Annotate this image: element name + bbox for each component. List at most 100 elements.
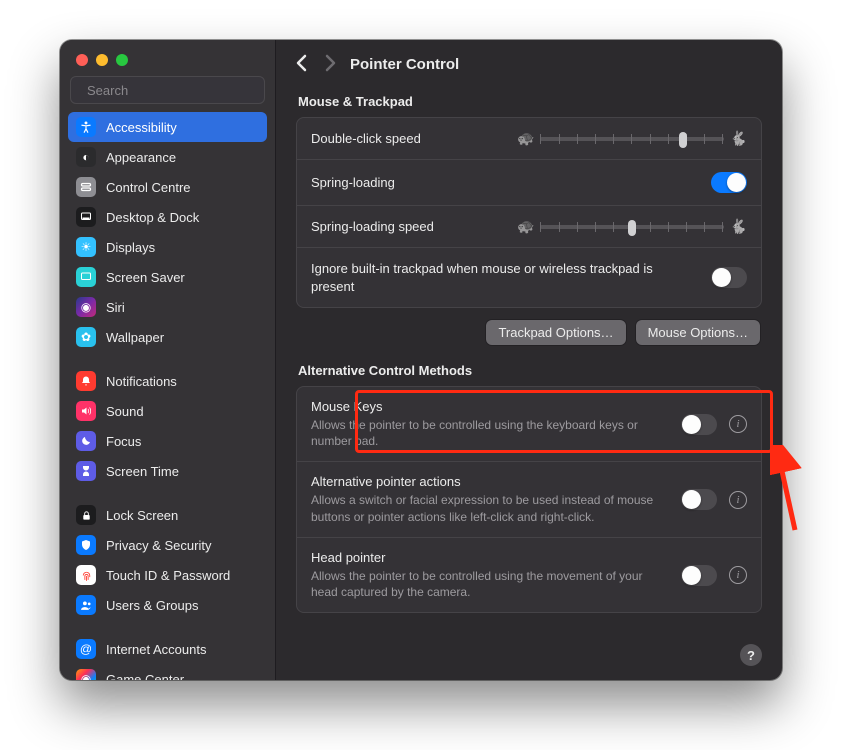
sidebar-nav: Accessibility ◐ Appearance Control Centr…	[60, 112, 275, 680]
toggle-spring-loading[interactable]	[711, 172, 747, 193]
sidebar-item-privacy-security[interactable]: Privacy & Security	[68, 530, 267, 560]
help-button[interactable]: ?	[740, 644, 762, 666]
page-title: Pointer Control	[350, 56, 459, 73]
trackpad-options-button[interactable]: Trackpad Options…	[486, 320, 625, 345]
panel-alt-control: Mouse Keys Allows the pointer to be cont…	[296, 386, 762, 613]
search-input[interactable]	[85, 82, 265, 99]
sound-icon	[76, 401, 96, 421]
section-alt-control-title: Alternative Control Methods	[298, 363, 760, 378]
sidebar-item-internet-accounts[interactable]: @ Internet Accounts	[68, 634, 267, 664]
sidebar-item-label: Game Center	[106, 672, 184, 681]
sidebar-item-label: Control Centre	[106, 180, 191, 195]
sidebar-item-control-centre[interactable]: Control Centre	[68, 172, 267, 202]
sidebar-item-wallpaper[interactable]: ✿ Wallpaper	[68, 322, 267, 352]
sidebar-item-displays[interactable]: ☀ Displays	[68, 232, 267, 262]
row-head-pointer: Head pointer Allows the pointer to be co…	[297, 538, 761, 612]
sidebar-item-label: Sound	[106, 404, 144, 419]
sidebar-item-touch-id-password[interactable]: Touch ID & Password	[68, 560, 267, 590]
sidebar-item-label: Privacy & Security	[106, 538, 211, 553]
hare-icon: 🐇	[730, 218, 747, 235]
sidebar-item-label: Siri	[106, 300, 125, 315]
info-alt-pointer-actions[interactable]: i	[729, 491, 747, 509]
search-field[interactable]	[70, 76, 265, 104]
sidebar-item-label: Appearance	[106, 150, 176, 165]
content-scroll[interactable]: Mouse & Trackpad Double-click speed 🐢 🐇	[276, 88, 782, 680]
toggle-ignore-trackpad[interactable]	[711, 267, 747, 288]
label-spring-loading-speed: Spring-loading speed	[311, 219, 434, 234]
desktop-dock-icon	[76, 207, 96, 227]
sidebar-item-label: Touch ID & Password	[106, 568, 230, 583]
sidebar-item-screen-saver[interactable]: Screen Saver	[68, 262, 267, 292]
tortoise-icon: 🐢	[517, 130, 534, 147]
sidebar-item-label: Displays	[106, 240, 155, 255]
tortoise-icon: 🐢	[517, 218, 534, 235]
slider-spring-loading-speed[interactable]: 🐢 🐇	[517, 218, 747, 235]
game-center-icon: ◉	[76, 669, 96, 680]
sidebar-item-label: Screen Time	[106, 464, 179, 479]
sidebar-item-focus[interactable]: Focus	[68, 426, 267, 456]
settings-window: Accessibility ◐ Appearance Control Centr…	[60, 40, 782, 680]
sidebar-item-label: Wallpaper	[106, 330, 164, 345]
internet-accounts-icon: @	[76, 639, 96, 659]
displays-icon: ☀	[76, 237, 96, 257]
touch-id-icon	[76, 565, 96, 585]
toggle-mouse-keys[interactable]	[681, 414, 717, 435]
sidebar-item-lock-screen[interactable]: Lock Screen	[68, 500, 267, 530]
sidebar-item-users-groups[interactable]: Users & Groups	[68, 590, 267, 620]
label-alt-pointer-actions: Alternative pointer actions	[311, 474, 669, 489]
main-content: Pointer Control Mouse & Trackpad Double-…	[276, 40, 782, 680]
zoom-window-button[interactable]	[116, 54, 128, 66]
sidebar-item-appearance[interactable]: ◐ Appearance	[68, 142, 267, 172]
sidebar-item-label: Screen Saver	[106, 270, 185, 285]
slider-double-click-speed[interactable]: 🐢 🐇	[517, 130, 747, 147]
desc-alt-pointer-actions: Allows a switch or facial expression to …	[311, 492, 669, 524]
label-double-click-speed: Double-click speed	[311, 131, 421, 146]
siri-icon: ◉	[76, 297, 96, 317]
sidebar-item-label: Users & Groups	[106, 598, 198, 613]
back-button[interactable]	[296, 54, 307, 75]
sidebar-item-sound[interactable]: Sound	[68, 396, 267, 426]
row-alt-pointer-actions: Alternative pointer actions Allows a swi…	[297, 462, 761, 537]
focus-icon	[76, 431, 96, 451]
label-ignore-trackpad: Ignore built-in trackpad when mouse or w…	[311, 260, 699, 295]
toggle-head-pointer[interactable]	[681, 565, 717, 586]
row-ignore-trackpad: Ignore built-in trackpad when mouse or w…	[297, 248, 761, 307]
forward-button[interactable]	[325, 54, 336, 75]
window-controls	[60, 40, 275, 76]
sidebar-item-label: Focus	[106, 434, 141, 449]
sidebar-item-label: Desktop & Dock	[106, 210, 199, 225]
row-spring-loading: Spring-loading	[297, 160, 761, 206]
screen-saver-icon	[76, 267, 96, 287]
close-window-button[interactable]	[76, 54, 88, 66]
sidebar-item-label: Lock Screen	[106, 508, 178, 523]
sidebar-item-screen-time[interactable]: Screen Time	[68, 456, 267, 486]
sidebar-item-notifications[interactable]: Notifications	[68, 366, 267, 396]
hare-icon: 🐇	[730, 130, 747, 147]
sidebar-item-accessibility[interactable]: Accessibility	[68, 112, 267, 142]
toggle-alt-pointer-actions[interactable]	[681, 489, 717, 510]
row-mouse-keys: Mouse Keys Allows the pointer to be cont…	[297, 387, 761, 462]
sidebar-item-label: Internet Accounts	[106, 642, 206, 657]
minimize-window-button[interactable]	[96, 54, 108, 66]
accessibility-icon	[76, 117, 96, 137]
label-spring-loading: Spring-loading	[311, 175, 395, 190]
sidebar-item-desktop-dock[interactable]: Desktop & Dock	[68, 202, 267, 232]
sidebar-item-siri[interactable]: ◉ Siri	[68, 292, 267, 322]
label-head-pointer: Head pointer	[311, 550, 669, 565]
lock-screen-icon	[76, 505, 96, 525]
row-double-click-speed: Double-click speed 🐢 🐇	[297, 118, 761, 160]
screen-time-icon	[76, 461, 96, 481]
panel-mouse-trackpad: Double-click speed 🐢 🐇 Spring-loading	[296, 117, 762, 308]
section-mouse-trackpad-title: Mouse & Trackpad	[298, 94, 760, 109]
titlebar: Pointer Control	[276, 40, 782, 88]
info-mouse-keys[interactable]: i	[729, 415, 747, 433]
label-mouse-keys: Mouse Keys	[311, 399, 669, 414]
mouse-options-button[interactable]: Mouse Options…	[636, 320, 760, 345]
info-head-pointer[interactable]: i	[729, 566, 747, 584]
sidebar-item-game-center[interactable]: ◉ Game Center	[68, 664, 267, 680]
appearance-icon: ◐	[76, 147, 96, 167]
privacy-icon	[76, 535, 96, 555]
notifications-icon	[76, 371, 96, 391]
sidebar-item-label: Accessibility	[106, 120, 177, 135]
row-spring-loading-speed: Spring-loading speed 🐢 🐇	[297, 206, 761, 248]
